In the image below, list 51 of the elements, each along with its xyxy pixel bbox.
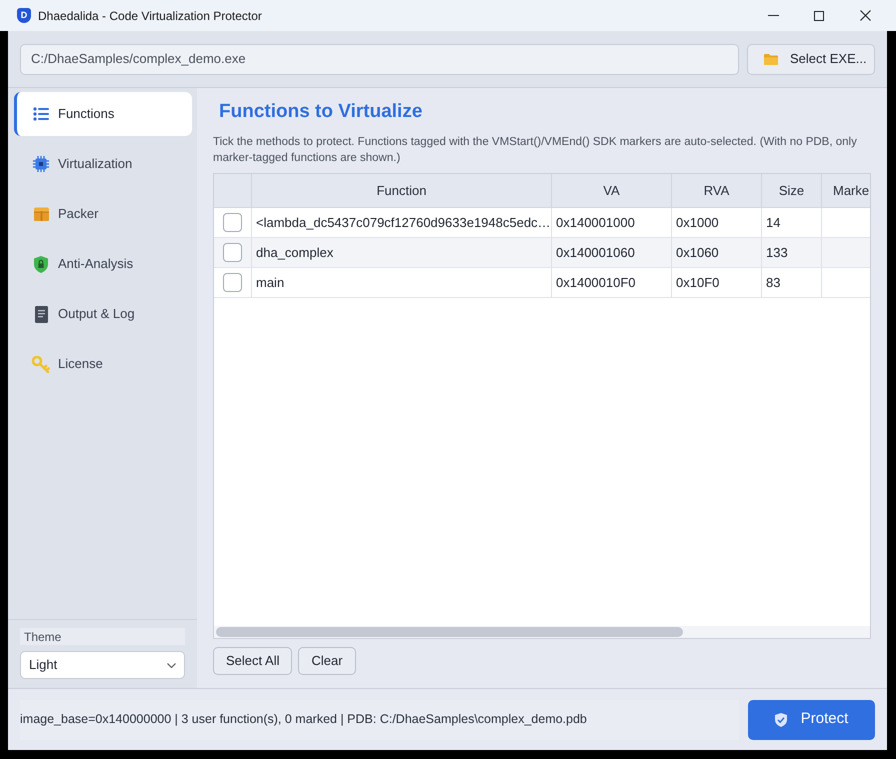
action-button[interactable]: Select All xyxy=(213,647,292,675)
column-header[interactable]: RVA xyxy=(672,174,762,207)
action-button[interactable]: Clear xyxy=(298,647,356,675)
maximize-icon xyxy=(814,10,824,20)
column-header[interactable]: Function xyxy=(252,174,552,207)
sidebar-item[interactable]: Output & Log xyxy=(14,292,192,336)
package-icon xyxy=(32,207,50,221)
app-logo-icon: D xyxy=(17,8,31,23)
scrollbar-thumb[interactable] xyxy=(216,627,683,637)
column-header[interactable]: Marke xyxy=(822,174,870,207)
close-icon xyxy=(860,10,870,21)
sidebar-item[interactable]: License xyxy=(14,342,192,386)
sidebar-item[interactable]: Virtualization xyxy=(14,142,192,186)
table-cell: 0x1060 xyxy=(672,238,762,267)
panel-description: Tick the methods to protect. Functions tagged with the VMStart()/VMEnd() SDK markers are auto-selected. (With no PDB, only marker-tagged functions are shown.) xyxy=(213,135,858,166)
minimize-icon xyxy=(768,15,778,16)
path-field[interactable]: C:/DhaeSamples/complex_demo.exe xyxy=(20,44,739,74)
scrollbar-track[interactable] xyxy=(214,626,870,638)
table-cell: 0x1000 xyxy=(672,208,762,237)
select-exe-button[interactable]: Select EXE... xyxy=(747,44,875,74)
sidebar-item[interactable]: Packer xyxy=(14,192,192,236)
table-cell: 0x10F0 xyxy=(672,268,762,297)
table-cell: 0x1400010F0 xyxy=(552,268,672,297)
protect-button[interactable]: Protect xyxy=(748,700,875,740)
shield-check-icon xyxy=(774,712,787,726)
table-cell: 0x140001060 xyxy=(552,238,672,267)
table-cell: 0x140001000 xyxy=(552,208,672,237)
table-cell: main xyxy=(252,268,552,297)
document-icon xyxy=(34,306,48,322)
sidebar-item[interactable]: Anti-Analysis xyxy=(14,242,192,286)
table-cell: 133 xyxy=(762,238,822,267)
row-checkbox[interactable] xyxy=(223,273,242,292)
column-header[interactable]: Size xyxy=(762,174,822,207)
table-cell: <lambda_dc5437c079cf12760d9633e1948c5edc… xyxy=(252,208,552,237)
table-cell: 83 xyxy=(762,268,822,297)
folder-icon xyxy=(764,54,778,64)
row-checkbox[interactable] xyxy=(223,243,242,262)
row-checkbox[interactable] xyxy=(223,213,242,232)
caret-icon xyxy=(167,662,176,668)
window-title: Dhaedalida - Code Virtualization Protector xyxy=(38,8,262,24)
panel-title: Functions to Virtualize xyxy=(219,100,424,124)
table-cell: 14 xyxy=(762,208,822,237)
theme-select[interactable]: Light xyxy=(20,651,185,679)
table-cell: dha_complex xyxy=(252,238,552,267)
chip-icon xyxy=(33,156,49,172)
key-icon xyxy=(32,356,50,372)
list-icon xyxy=(33,107,49,121)
theme-label: Theme xyxy=(20,628,185,645)
sidebar-item[interactable]: Functions xyxy=(14,92,192,136)
column-header[interactable]: VA xyxy=(552,174,672,207)
shield-lock-icon xyxy=(34,256,48,272)
